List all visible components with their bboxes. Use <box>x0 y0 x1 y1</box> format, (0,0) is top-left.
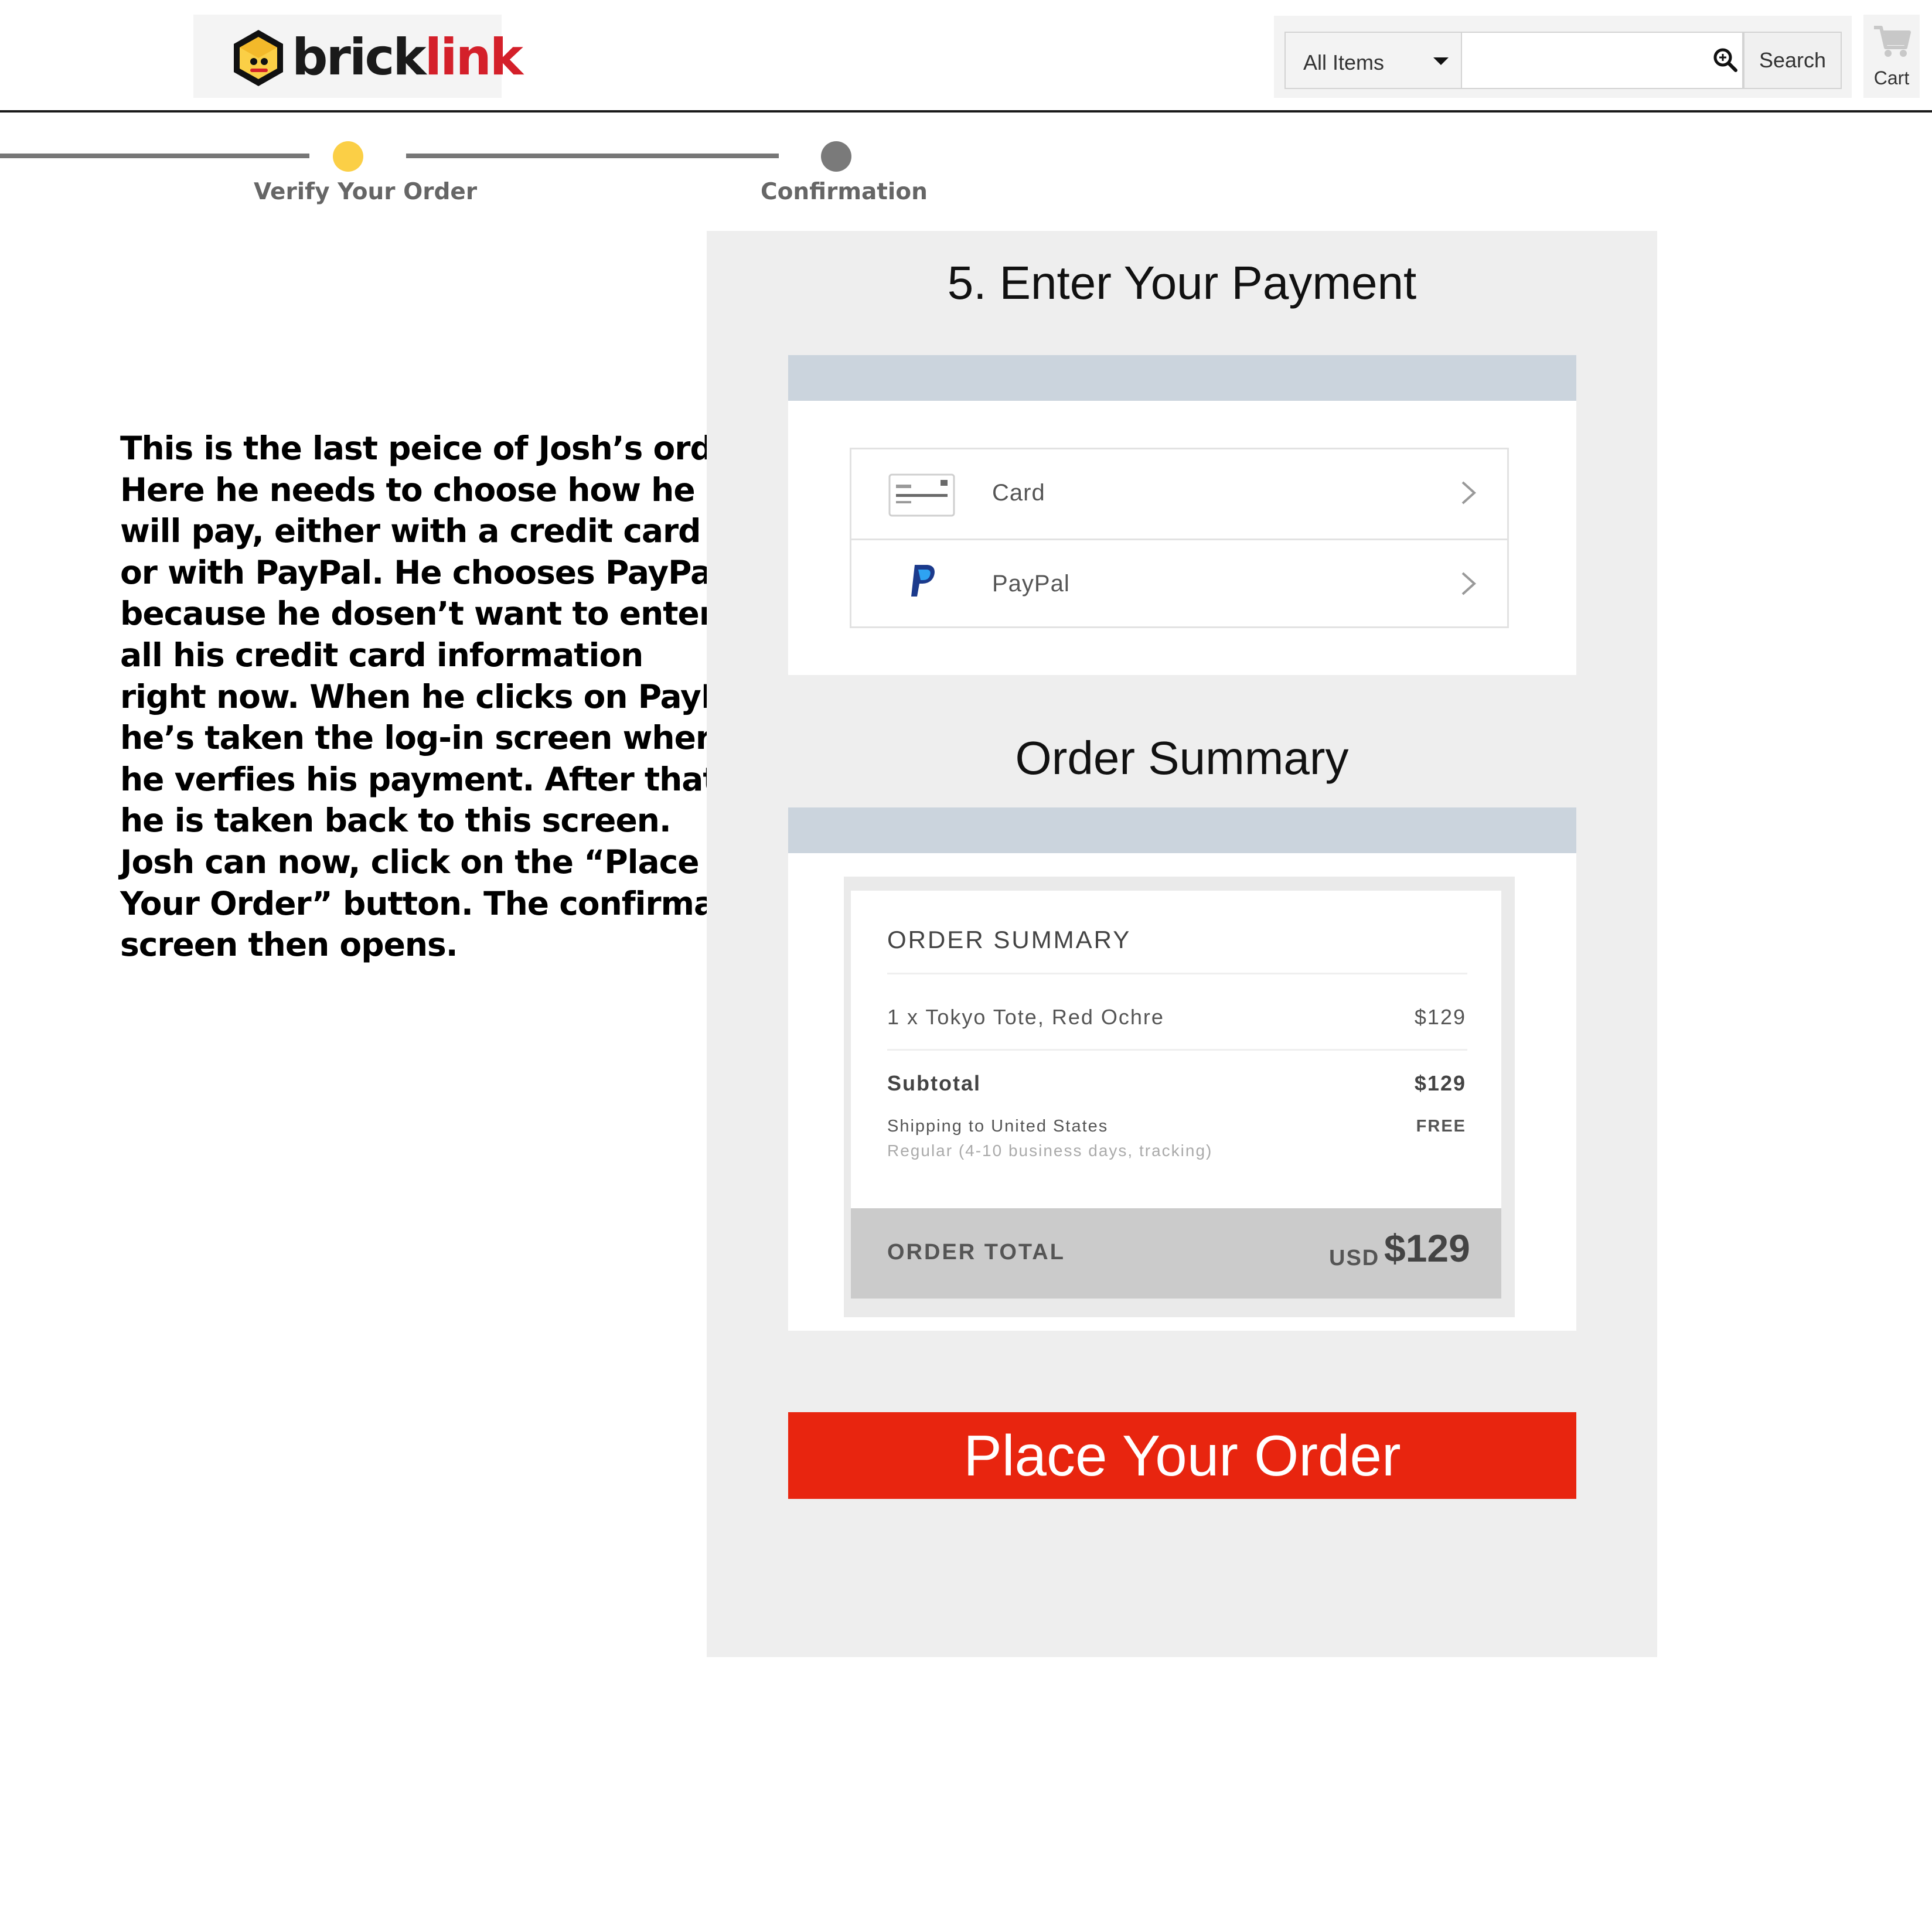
annotation-line: Here he needs to choose how he <box>120 471 696 509</box>
annotation-text: This is the last peice of Josh’s order. … <box>120 428 774 966</box>
progress-line <box>406 154 779 158</box>
shipping-label: Shipping to United States <box>887 1117 1109 1136</box>
annotation-line: will pay, either with a credit card <box>120 512 701 550</box>
bricklink-logo-icon <box>234 30 283 86</box>
annotation-line: he’s taken the log-in screen where <box>120 719 732 757</box>
chevron-down-icon <box>1433 57 1449 65</box>
section-header-bar <box>788 355 1576 401</box>
order-item-line: 1 x Tokyo Tote, Red Ochre <box>887 1005 1164 1029</box>
order-summary-title: ORDER SUMMARY <box>887 926 1132 953</box>
order-total-label: ORDER TOTAL <box>887 1240 1065 1265</box>
category-selected-value: All Items <box>1303 50 1385 74</box>
payment-heading: 5. Enter Your Payment <box>947 257 1417 309</box>
annotation-line: Your Order” button. The confirmaton <box>120 884 774 922</box>
step-indicator-confirmation <box>821 141 851 172</box>
search-input[interactable] <box>1462 32 1743 89</box>
order-item-price: $129 <box>1414 1005 1466 1029</box>
order-summary-heading: Order Summary <box>1015 732 1349 784</box>
paypal-icon <box>911 565 935 597</box>
wordmark-link: link <box>424 28 523 87</box>
annotation-line: This is the last peice of Josh’s order. <box>120 430 757 467</box>
payment-options-list: Card PayPal <box>850 448 1509 628</box>
annotation-line: right now. When he clicks on PayPal <box>120 677 755 715</box>
search-button[interactable]: Search <box>1743 32 1842 89</box>
annotation-line: or with PayPal. He chooses PayPal <box>120 553 723 591</box>
category-select[interactable]: All Items <box>1284 32 1462 89</box>
chevron-right-icon <box>1461 572 1476 595</box>
shipping-value: FREE <box>1416 1117 1466 1136</box>
bricklink-wordmark: bricklink <box>292 28 523 87</box>
annotation-line: all his credit card information <box>120 636 643 674</box>
payment-option-label: PayPal <box>992 571 1070 597</box>
chevron-right-icon <box>1461 481 1476 505</box>
subtotal-label: Subtotal <box>887 1071 981 1095</box>
order-total-amount: $129 <box>1384 1226 1470 1270</box>
step-label-verify: Verify Your Order <box>254 179 478 205</box>
credit-card-icon <box>888 473 955 517</box>
section-header-bar <box>788 807 1576 853</box>
annotation-line: he is taken back to this screen. <box>120 802 672 840</box>
order-total-currency: USD <box>1329 1246 1380 1270</box>
shopping-cart-icon <box>1874 26 1911 57</box>
payment-option-paypal[interactable]: PayPal <box>851 540 1507 629</box>
shipping-detail: Regular (4-10 business days, tracking) <box>887 1141 1213 1160</box>
search-icon[interactable] <box>1711 46 1739 74</box>
place-order-button[interactable]: Place Your Order <box>788 1412 1576 1499</box>
step-indicator-verify <box>333 141 363 172</box>
wordmark-brick: brick <box>292 28 427 87</box>
divider <box>887 973 1467 974</box>
progress-line <box>0 154 309 158</box>
annotation-line: he verfies his payment. After that <box>120 760 718 798</box>
annotation-line: because he dosen’t want to enter <box>120 595 715 633</box>
header-divider <box>0 110 1932 113</box>
step-label-confirmation: Confirmation <box>761 179 928 205</box>
order-total-bar: ORDER TOTAL USD $129 <box>851 1208 1501 1299</box>
annotation-line: Josh can now, click on the “Place <box>120 843 700 881</box>
payment-option-card[interactable]: Card <box>851 449 1507 540</box>
cart-button[interactable]: Cart <box>1863 15 1920 98</box>
divider <box>887 1049 1467 1051</box>
annotation-line: screen then opens. <box>120 926 458 964</box>
payment-option-label: Card <box>992 480 1045 506</box>
cart-label: Cart <box>1873 67 1910 88</box>
subtotal-value: $129 <box>1414 1071 1466 1095</box>
